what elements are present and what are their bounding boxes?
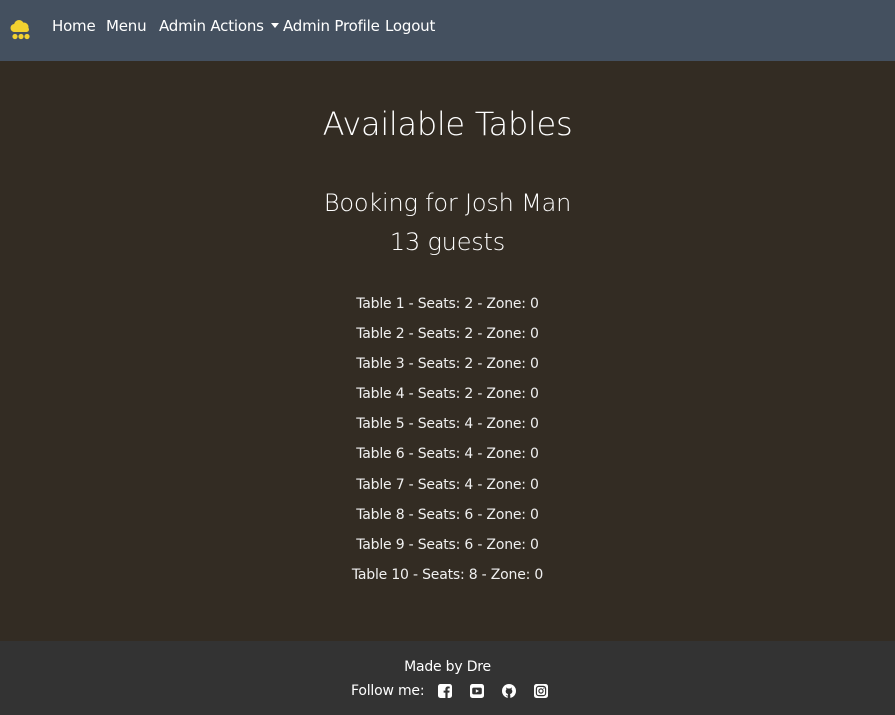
table-list-item: Table 3 - Seats: 2 - Zone: 0 xyxy=(356,356,539,373)
admin-actions-label: Admin Actions xyxy=(159,17,264,35)
table-list-item: Table 7 - Seats: 4 - Zone: 0 xyxy=(356,476,539,493)
caret-down-icon xyxy=(270,23,279,28)
table-list-item: Table 5 - Seats: 4 - Zone: 0 xyxy=(356,416,539,433)
nav-logout-link[interactable]: Logout xyxy=(385,0,435,61)
available-tables-list: Table 1 - Seats: 2 - Zone: 0 Table 2 - S… xyxy=(0,294,895,595)
youtube-icon[interactable] xyxy=(470,684,485,698)
follow-me-label: Follow me: xyxy=(351,683,425,699)
table-list-item: Table 1 - Seats: 2 - Zone: 0 xyxy=(356,296,539,312)
top-navbar: Home Menu Admin Actions Admin Profile Lo… xyxy=(0,0,895,61)
table-list-item: Table 10 - Seats: 8 - Zone: 0 xyxy=(351,566,544,583)
table-list-item: Table 8 - Seats: 6 - Zone: 0 xyxy=(356,506,539,523)
page-title: Available Tables xyxy=(322,105,573,143)
social-links: Follow me: xyxy=(351,681,566,701)
facebook-icon[interactable] xyxy=(438,684,453,698)
made-by-text: Made by Dre xyxy=(404,659,491,675)
table-list-item: Table 6 - Seats: 4 - Zone: 0 xyxy=(356,446,539,463)
github-icon[interactable] xyxy=(502,684,517,698)
nav-home-link[interactable]: Home xyxy=(52,0,96,61)
nav-menu-link[interactable]: Menu xyxy=(106,0,147,61)
nav-admin-actions-dropdown[interactable]: Admin Actions xyxy=(159,0,279,61)
cloud-logo-icon[interactable] xyxy=(9,17,33,41)
booking-name-heading: Booking for Josh Man xyxy=(323,189,572,217)
table-list-item: Table 2 - Seats: 2 - Zone: 0 xyxy=(356,326,539,343)
table-list-item: Table 4 - Seats: 2 - Zone: 0 xyxy=(356,386,539,403)
main-content: Available Tables Booking for Josh Man 13… xyxy=(0,61,895,641)
page-footer: Made by Dre Follow me: xyxy=(0,641,895,715)
guest-count-heading: 13 guests xyxy=(389,228,506,256)
table-list-item: Table 9 - Seats: 6 - Zone: 0 xyxy=(356,536,539,553)
instagram-icon[interactable] xyxy=(534,684,549,698)
nav-admin-profile-link[interactable]: Admin Profile xyxy=(283,0,380,61)
